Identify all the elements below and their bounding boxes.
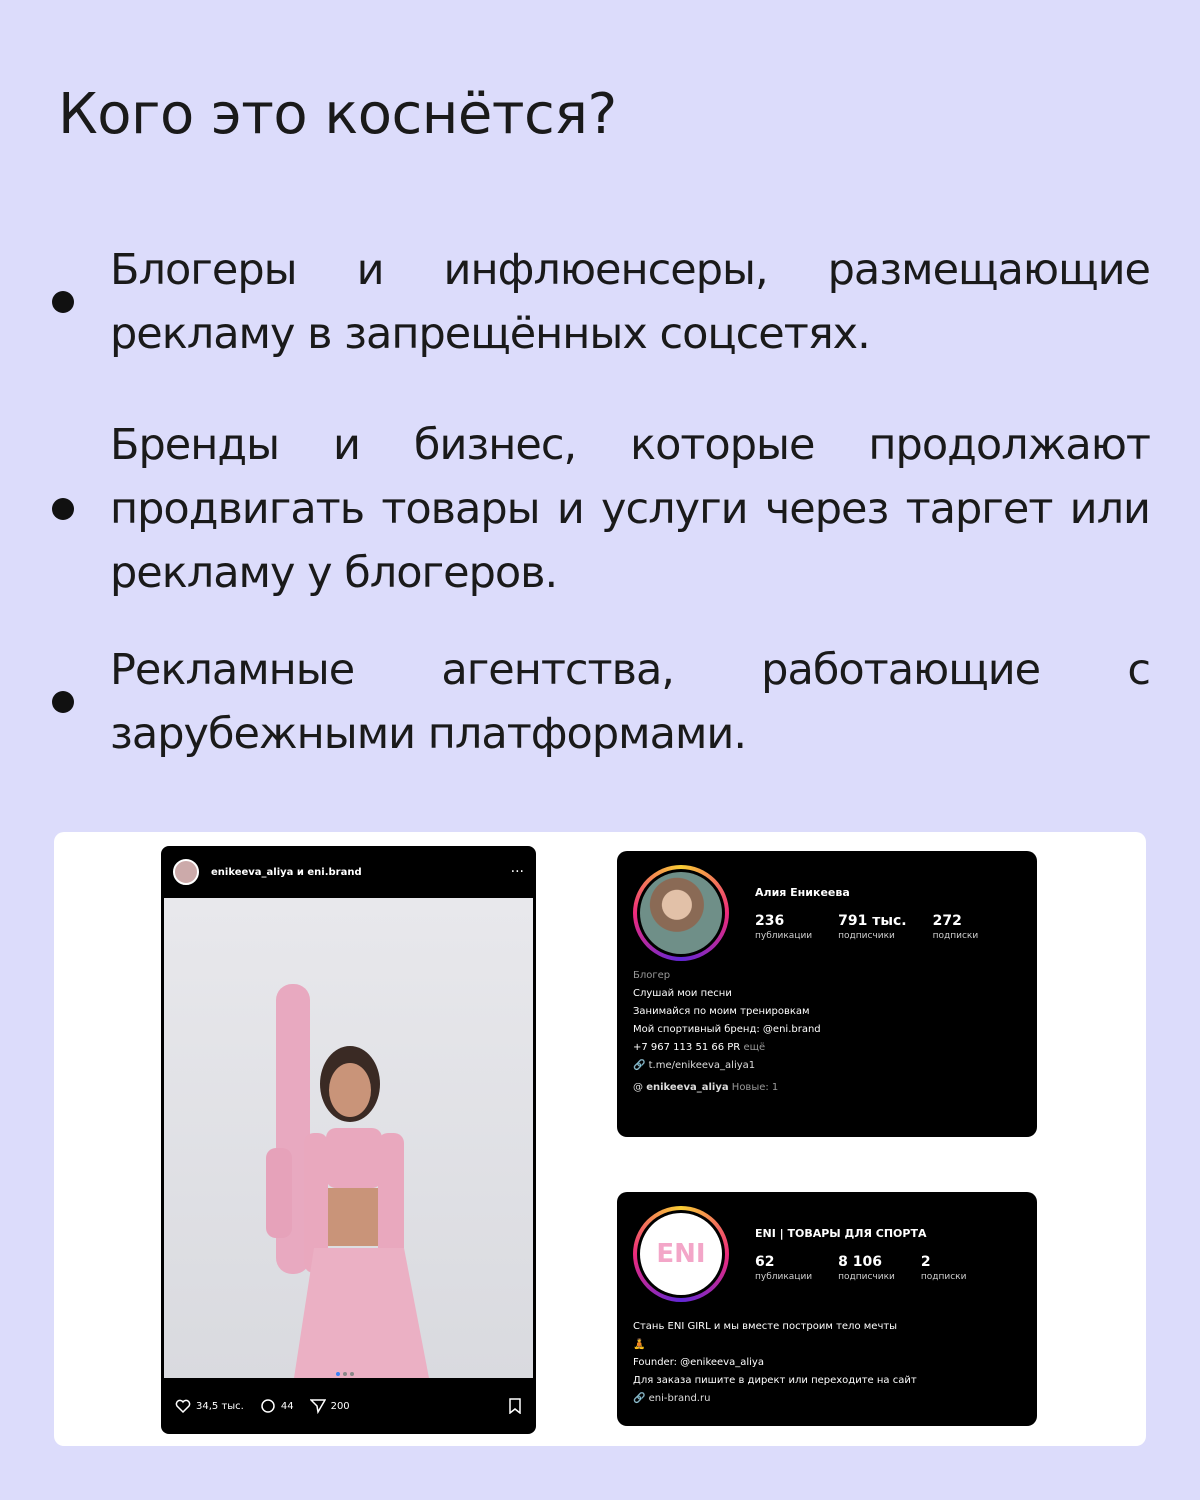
profile-link[interactable]: 🔗 eni-brand.ru [633, 1390, 1021, 1408]
comment-button[interactable]: 44 [260, 1398, 294, 1414]
bullet-dot [52, 498, 74, 520]
story-ring[interactable] [633, 865, 729, 961]
bio-line: Занимайся по моим тренировкам [633, 1006, 810, 1017]
profile-card-brand: ENI ENI | ТОВАРЫ ДЛЯ СПОРТА 62 публикации… [617, 1192, 1037, 1426]
bullet-text: Бренды и бизнес, которые продолжают прод… [110, 420, 1151, 598]
bio-line: Слушай мои песни [633, 988, 732, 999]
like-button[interactable]: 34,5 тыс. [175, 1399, 244, 1413]
list-item: Рекламные агентства, работающие с зарубе… [52, 638, 1152, 766]
followers-stat[interactable]: 8 106 подписчики [838, 1254, 895, 1282]
more-link[interactable]: ещё [743, 1042, 765, 1053]
profile-category: Блогер [633, 970, 671, 981]
bullet-dot [52, 691, 74, 713]
story-ring[interactable]: ENI [633, 1206, 729, 1302]
bullet-text: Блогеры и инфлюенсеры, размещающие рекла… [110, 245, 1151, 359]
bio-line: 🧘 [633, 1339, 646, 1350]
list-item: Бренды и бизнес, которые продолжают прод… [52, 413, 1152, 605]
shares-count: 200 [330, 1400, 350, 1412]
threads-badge[interactable]: @ enikeeva_aliya Новые: 1 [633, 1079, 1021, 1097]
bullet-text: Рекламные агентства, работающие с зарубе… [110, 645, 1151, 759]
list-item: Блогеры и инфлюенсеры, размещающие рекла… [52, 238, 1152, 366]
following-stat[interactable]: 272 подписки [933, 913, 979, 941]
send-icon [309, 1399, 326, 1414]
bio-line: Founder: @enikeeva_aliya [633, 1357, 764, 1368]
bio-line: Стань ENI GIRL и мы вместе построим тело… [633, 1321, 898, 1332]
profile-bio: Стань ENI GIRL и мы вместе построим тело… [633, 1318, 1021, 1408]
brand-logo: ENI [640, 1213, 722, 1295]
carousel-indicator [336, 1372, 354, 1376]
profile-card-blogger: Алия Еникеева 236 публикации 791 тыс. подп… [617, 851, 1037, 1137]
avatar [640, 872, 722, 954]
profile-link[interactable]: 🔗 t.me/enikeeva_aliya1 [633, 1057, 1021, 1075]
profile-name: Алия Еникеева [755, 885, 850, 899]
bio-line: Для заказа пишите в директ или переходит… [633, 1375, 917, 1386]
bullet-dot [52, 291, 74, 313]
profile-name: ENI | ТОВАРЫ ДЛЯ СПОРТА [755, 1226, 927, 1240]
page-title: Кого это коснётся? [58, 82, 617, 147]
comments-count: 44 [280, 1400, 294, 1412]
post-actions: 34,5 тыс. 44 200 [161, 1378, 536, 1434]
person-photo-illustration [266, 984, 429, 1378]
bio-line: +7 967 113 51 66 PR ещё [633, 1042, 766, 1053]
more-icon[interactable]: ··· [511, 864, 524, 880]
avatar[interactable] [173, 859, 199, 885]
share-button[interactable]: 200 [309, 1398, 350, 1414]
bio-line: Мой спортивный бренд: @eni.brand [633, 1024, 821, 1035]
following-stat[interactable]: 2 подписки [921, 1254, 967, 1282]
followers-stat[interactable]: 791 тыс. подписчики [838, 913, 907, 941]
comment-icon [261, 1399, 275, 1413]
likes-count: 34,5 тыс. [196, 1400, 244, 1412]
profile-bio: Блогер Слушай мои песни Занимайся по мои… [633, 967, 1021, 1097]
post-authors[interactable]: enikeeva_aliya и eni.brand [211, 867, 362, 878]
screenshots-card: enikeeva_aliya и eni.brand ··· 34,5 тыс. [54, 832, 1146, 1446]
post-photo [164, 898, 533, 1378]
post-header: enikeeva_aliya и eni.brand ··· [161, 846, 536, 898]
posts-stat: 236 публикации [755, 912, 813, 941]
bookmark-icon[interactable] [508, 1398, 522, 1414]
posts-stat: 62 публикации [755, 1253, 813, 1282]
instagram-post: enikeeva_aliya и eni.brand ··· 34,5 тыс. [161, 846, 536, 1434]
heart-icon [175, 1399, 191, 1413]
